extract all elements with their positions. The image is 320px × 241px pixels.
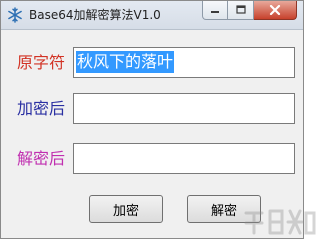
maximize-icon <box>235 5 246 14</box>
decrypted-label: 解密后 <box>17 149 66 168</box>
original-label: 原字符 <box>17 53 66 72</box>
encrypted-label: 加密后 <box>17 99 66 118</box>
close-icon <box>269 5 281 15</box>
window-title: Base64加解密算法V1.0 <box>29 8 161 22</box>
snowflake-icon <box>8 7 22 23</box>
encrypted-output[interactable] <box>73 93 295 124</box>
close-button[interactable] <box>254 1 297 20</box>
decrypted-output[interactable] <box>73 143 295 174</box>
client-area: 原字符 秋风下的落叶 加密后 解密后 加密 解密 <box>7 30 297 233</box>
encrypt-button[interactable]: 加密 <box>89 195 163 223</box>
minimize-button[interactable] <box>202 1 228 20</box>
maximize-button[interactable] <box>228 1 254 20</box>
window-controls <box>202 1 297 21</box>
decrypt-button[interactable]: 解密 <box>187 195 261 223</box>
app-window: Base64加解密算法V1.0 原字符 秋风下的落叶 秋风下的落叶 加密后 解密… <box>0 0 304 239</box>
title-bar[interactable]: Base64加解密算法V1.0 <box>1 1 303 30</box>
original-input-selection: 秋风下的落叶 <box>76 51 175 73</box>
minimize-icon <box>211 11 219 13</box>
